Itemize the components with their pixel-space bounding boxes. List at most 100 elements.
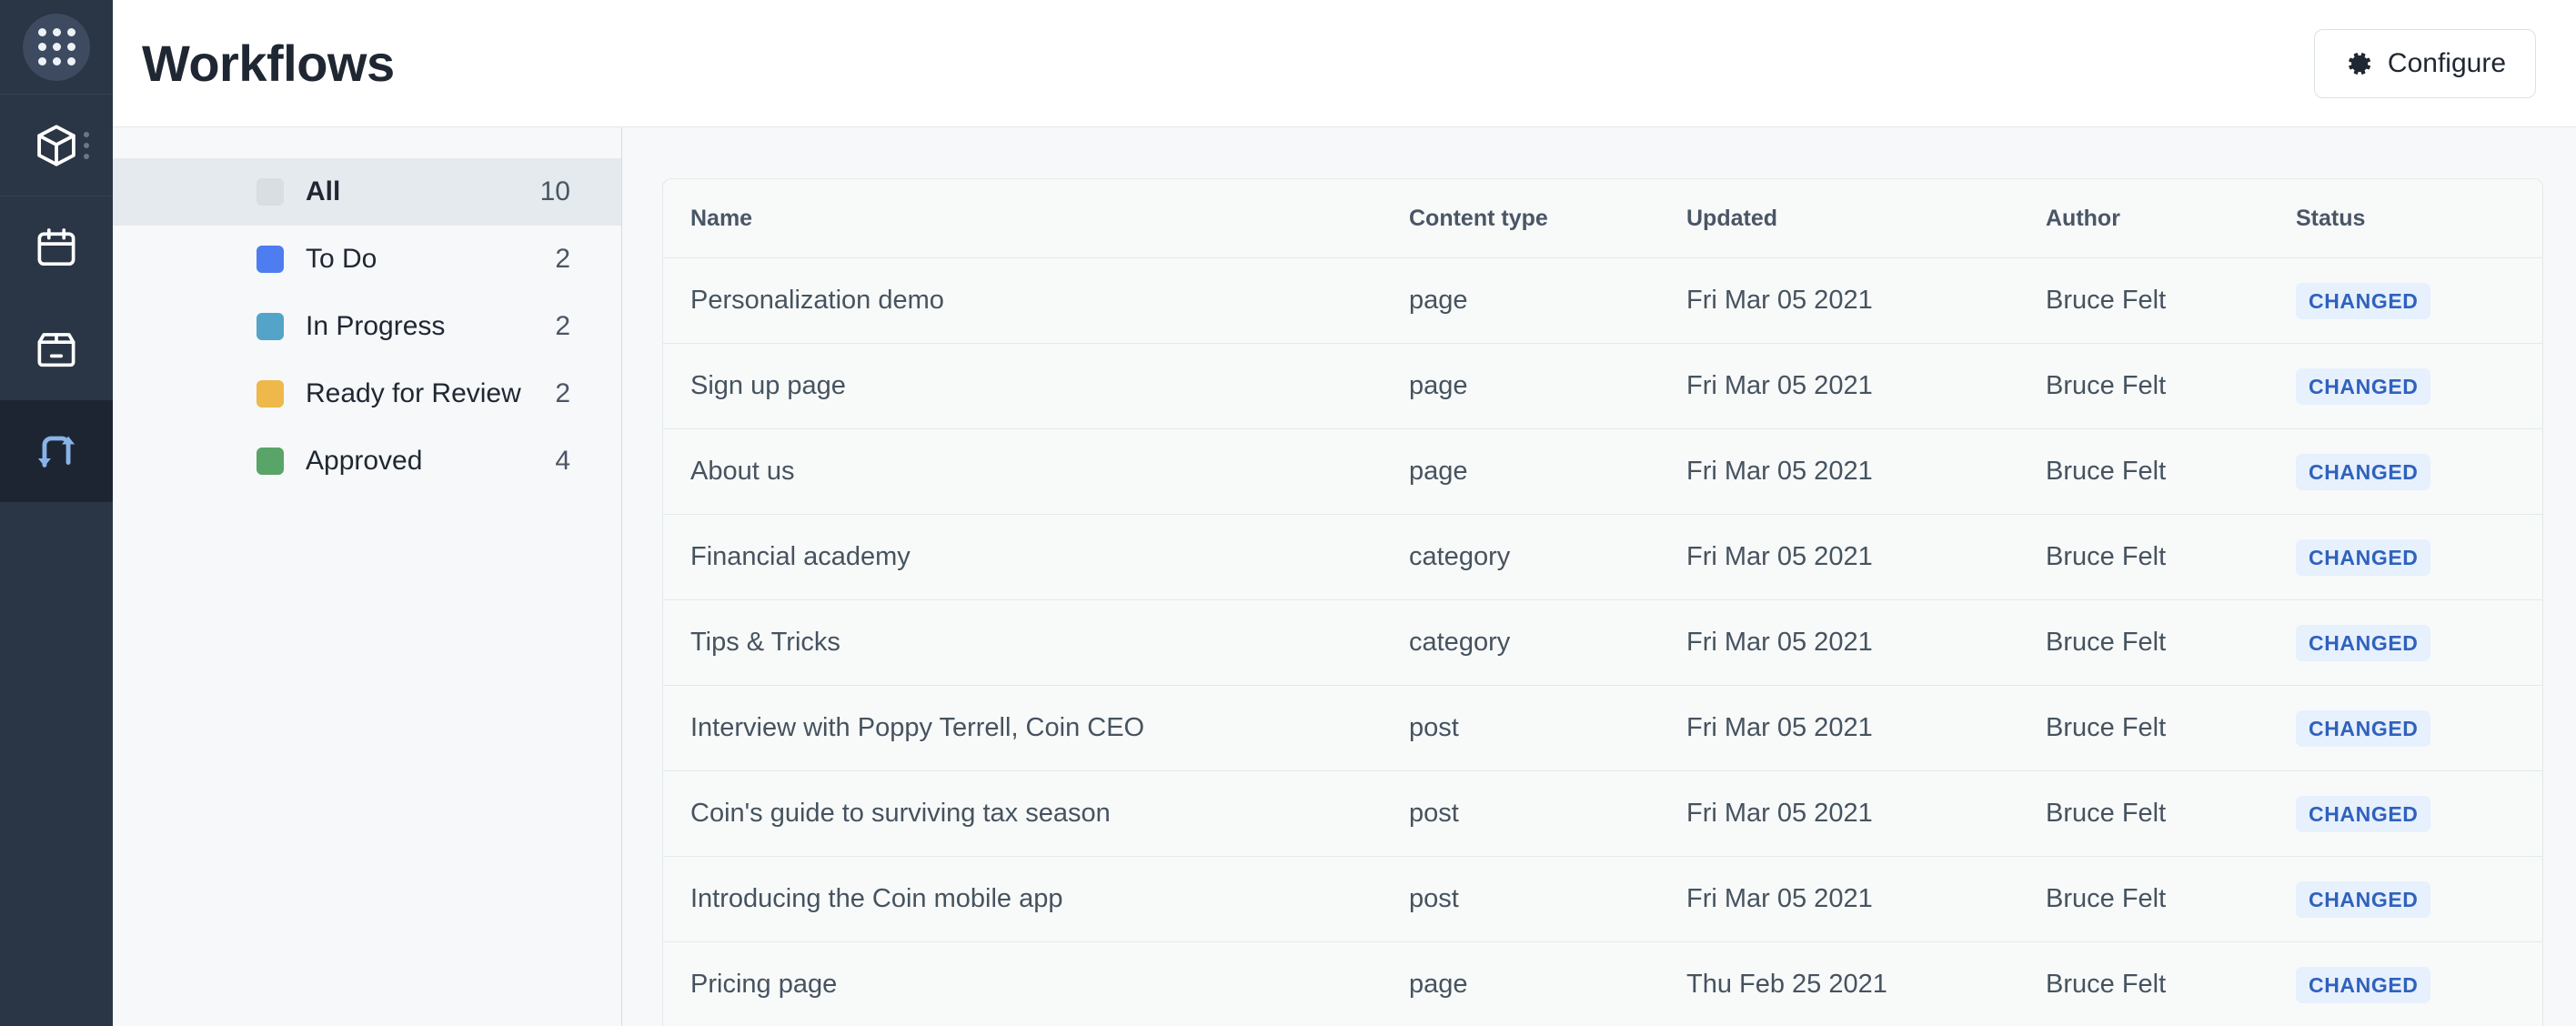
workflow-filter-list: All 10 To Do 2 In Progress 2 Ready for R… xyxy=(113,127,622,1026)
column-header-content-type[interactable]: Content type xyxy=(1409,206,1686,232)
cell-content-type: post xyxy=(1409,799,1459,828)
column-header-status[interactable]: Status xyxy=(2296,206,2510,232)
cell-author: Bruce Felt xyxy=(2046,457,2167,486)
filter-label: In Progress xyxy=(306,311,446,341)
sidebar-item-assets[interactable] xyxy=(0,298,113,400)
table-row[interactable]: About us page Fri Mar 05 2021 Bruce Felt… xyxy=(663,429,2542,515)
status-swatch xyxy=(257,313,284,340)
status-badge: CHANGED xyxy=(2296,453,2431,490)
cell-content-type: page xyxy=(1409,970,1468,999)
filter-item-approved[interactable]: Approved 4 xyxy=(113,428,621,495)
sidebar-item-workflows[interactable] xyxy=(0,400,113,502)
cube-icon xyxy=(32,121,81,170)
workflow-table-wrapper: Name Content type Updated Author Status … xyxy=(622,127,2576,1026)
table-row[interactable]: Financial academy category Fri Mar 05 20… xyxy=(663,515,2542,600)
filter-count: 4 xyxy=(555,446,570,476)
status-badge: CHANGED xyxy=(2296,538,2431,576)
cell-status: CHANGED xyxy=(2296,453,2510,490)
workflow-arrows-icon xyxy=(30,425,83,478)
cell-author: Bruce Felt xyxy=(2046,371,2167,400)
table-row[interactable]: Tips & Tricks category Fri Mar 05 2021 B… xyxy=(663,600,2542,686)
cell-status: CHANGED xyxy=(2296,709,2510,747)
table-row[interactable]: Pricing page page Thu Feb 25 2021 Bruce … xyxy=(663,942,2542,1026)
configure-button-label: Configure xyxy=(2387,47,2506,78)
cell-name: Tips & Tricks xyxy=(690,628,840,657)
cell-content-type: page xyxy=(1409,286,1468,315)
status-badge: CHANGED xyxy=(2296,795,2431,832)
cell-updated: Fri Mar 05 2021 xyxy=(1686,628,1873,657)
configure-button[interactable]: Configure xyxy=(2313,28,2536,98)
cell-status: CHANGED xyxy=(2296,966,2510,1003)
filter-count: 2 xyxy=(555,244,570,274)
column-header-author[interactable]: Author xyxy=(2046,206,2296,232)
app-grid-dots xyxy=(37,28,75,65)
sidebar-item-content[interactable] xyxy=(0,95,113,196)
table-row[interactable]: Interview with Poppy Terrell, Coin CEO p… xyxy=(663,686,2542,771)
filter-item-to-do[interactable]: To Do 2 xyxy=(113,226,621,293)
cell-updated: Fri Mar 05 2021 xyxy=(1686,286,1873,315)
cell-name: About us xyxy=(690,457,795,486)
table-row[interactable]: Sign up page page Fri Mar 05 2021 Bruce … xyxy=(663,344,2542,429)
column-header-name[interactable]: Name xyxy=(690,206,1409,232)
cell-status: CHANGED xyxy=(2296,367,2510,405)
cell-author: Bruce Felt xyxy=(2046,884,2167,913)
status-swatch xyxy=(257,448,284,475)
filter-label: All xyxy=(306,176,341,206)
cell-author: Bruce Felt xyxy=(2046,542,2167,571)
cell-content-type: post xyxy=(1409,884,1459,913)
filter-count: 10 xyxy=(539,176,570,206)
table-row[interactable]: Introducing the Coin mobile app post Fri… xyxy=(663,857,2542,942)
status-badge: CHANGED xyxy=(2296,966,2431,1003)
cell-status: CHANGED xyxy=(2296,282,2510,319)
cell-content-type: page xyxy=(1409,371,1468,400)
filter-label: Ready for Review xyxy=(306,378,521,408)
cell-name: Financial academy xyxy=(690,542,911,571)
app-logo[interactable] xyxy=(0,0,113,95)
cell-name: Sign up page xyxy=(690,371,846,400)
cell-content-type: page xyxy=(1409,457,1468,486)
icon-rail xyxy=(0,0,113,1026)
table-row[interactable]: Coin's guide to surviving tax season pos… xyxy=(663,771,2542,857)
cell-status: CHANGED xyxy=(2296,795,2510,832)
page-header: Workflows Configure xyxy=(113,0,2576,127)
cell-status: CHANGED xyxy=(2296,880,2510,918)
status-swatch xyxy=(257,246,284,273)
cell-author: Bruce Felt xyxy=(2046,799,2167,828)
cell-author: Bruce Felt xyxy=(2046,970,2167,999)
table-header-row: Name Content type Updated Author Status xyxy=(663,179,2542,258)
sidebar-item-calendar[interactable] xyxy=(0,196,113,298)
status-badge: CHANGED xyxy=(2296,367,2431,405)
cell-content-type: category xyxy=(1409,542,1511,571)
cell-name: Coin's guide to surviving tax season xyxy=(690,799,1111,828)
status-swatch xyxy=(257,380,284,407)
column-header-updated[interactable]: Updated xyxy=(1686,206,2046,232)
cell-author: Bruce Felt xyxy=(2046,286,2167,315)
cell-updated: Thu Feb 25 2021 xyxy=(1686,970,1887,999)
cell-status: CHANGED xyxy=(2296,538,2510,576)
cell-updated: Fri Mar 05 2021 xyxy=(1686,371,1873,400)
gear-icon xyxy=(2344,49,2373,78)
cell-content-type: post xyxy=(1409,713,1459,742)
filter-count: 2 xyxy=(555,378,570,408)
status-badge: CHANGED xyxy=(2296,709,2431,747)
filter-item-ready-for-review[interactable]: Ready for Review 2 xyxy=(113,360,621,428)
body-area: All 10 To Do 2 In Progress 2 Ready for R… xyxy=(113,127,2576,1026)
cell-updated: Fri Mar 05 2021 xyxy=(1686,713,1873,742)
status-badge: CHANGED xyxy=(2296,624,2431,661)
cell-updated: Fri Mar 05 2021 xyxy=(1686,542,1873,571)
cell-updated: Fri Mar 05 2021 xyxy=(1686,799,1873,828)
box-icon xyxy=(33,326,80,373)
cell-name: Interview with Poppy Terrell, Coin CEO xyxy=(690,713,1145,742)
filter-item-in-progress[interactable]: In Progress 2 xyxy=(113,293,621,360)
app-root: Workflows Configure All 10 To Do 2 In Pr… xyxy=(0,0,2576,1026)
status-badge: CHANGED xyxy=(2296,282,2431,319)
cell-author: Bruce Felt xyxy=(2046,628,2167,657)
filter-item-all[interactable]: All 10 xyxy=(113,158,621,226)
cell-content-type: category xyxy=(1409,628,1511,657)
overflow-menu-icon[interactable] xyxy=(84,131,89,159)
table-row[interactable]: Personalization demo page Fri Mar 05 202… xyxy=(663,258,2542,344)
cell-updated: Fri Mar 05 2021 xyxy=(1686,884,1873,913)
app-grid-icon xyxy=(23,13,90,81)
filter-count: 2 xyxy=(555,311,570,341)
cell-name: Personalization demo xyxy=(690,286,944,315)
